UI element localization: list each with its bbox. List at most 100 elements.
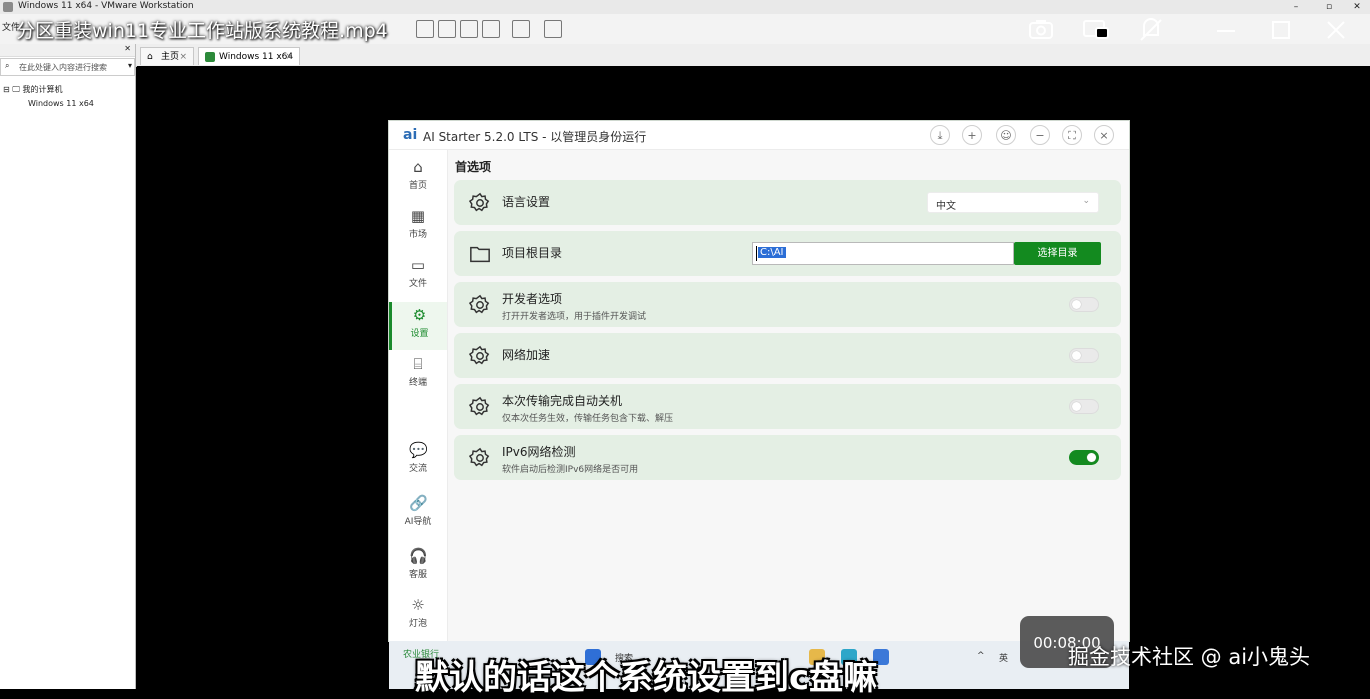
single-window-icon[interactable] xyxy=(416,20,434,38)
terminal-icon: ⌸ xyxy=(413,355,423,373)
vmware-titlebar: Windows 11 x64 - VMware Workstation – ▫ … xyxy=(0,0,1370,14)
text-caret xyxy=(756,246,757,261)
tree-vm-label: Windows 11 x64 xyxy=(28,99,94,108)
gear-icon xyxy=(469,447,490,467)
developer-toggle[interactable] xyxy=(1069,297,1099,312)
mute-icon[interactable] xyxy=(1137,18,1165,42)
nav-settings[interactable]: ⚙ 设置 xyxy=(389,302,447,350)
project-root-input[interactable]: C:\AI xyxy=(752,242,1014,265)
setting-developer: 开发者选项 打开开发者选项，用于插件开发调试 xyxy=(454,282,1121,327)
vm-icon xyxy=(205,52,215,62)
project-root-label: 项目根目录 xyxy=(502,246,563,260)
setting-auto-shutdown: 本次传输完成自动关机 仅本次任务生效，传输任务包含下载、解压 xyxy=(454,384,1121,429)
library-search-input[interactable]: ⌕ 在此处键入内容进行搜索 ▾ xyxy=(0,58,135,76)
nav-ai-guide-label: AI导航 xyxy=(404,517,432,527)
app-sidebar: ⌂ 首页 ▦ 市场 ▭ 文件 ⚙ 设置 ⌸ 终端 💬 交流 🔗 AI导航 🎧 客… xyxy=(389,150,448,641)
nav-support[interactable]: 🎧 客服 xyxy=(389,543,447,591)
choose-directory-button[interactable]: 选择目录 xyxy=(1014,242,1101,265)
developer-label: 开发者选项 xyxy=(502,292,563,306)
toggle-knob xyxy=(1072,351,1081,360)
tab-close-icon[interactable]: × xyxy=(285,48,293,66)
download-icon[interactable]: ⤓ xyxy=(930,125,950,145)
home-icon: ⌂ xyxy=(147,52,153,62)
setting-ipv6: IPv6网络检测 软件启动后检测IPv6网络是否可用 xyxy=(454,435,1121,480)
nav-home-label: 首页 xyxy=(408,181,427,191)
library-close-icon[interactable]: ✕ xyxy=(124,44,131,53)
tree-root-label: 我的计算机 xyxy=(22,85,63,94)
computer-icon: ⊟ 🖵 xyxy=(3,85,20,94)
ime-indicator[interactable]: 英 xyxy=(999,651,1008,664)
bulb-icon: ☼ xyxy=(411,596,425,614)
nav-bulb[interactable]: ☼ 灯泡 xyxy=(389,592,447,640)
network-accel-toggle[interactable] xyxy=(1069,348,1099,363)
app-title: AI Starter 5.2.0 LTS - 以管理员身份运行 xyxy=(423,130,647,144)
app-logo: ai xyxy=(403,127,418,143)
nav-terminal[interactable]: ⌸ 终端 xyxy=(389,351,447,399)
developer-desc: 打开开发者选项，用于插件开发调试 xyxy=(502,312,647,322)
gear-icon xyxy=(469,396,490,416)
user-icon[interactable]: ☺ xyxy=(996,125,1016,145)
folder-icon xyxy=(470,246,490,263)
settings-icon: ⚙ xyxy=(412,306,427,324)
tab-home[interactable]: ⌂ 主页 × xyxy=(140,47,194,65)
close-icon[interactable]: × xyxy=(1094,125,1114,145)
nav-bulb-label: 灯泡 xyxy=(408,619,427,629)
vmware-close-button[interactable]: ✕ xyxy=(1346,0,1368,14)
library-header: ✕ xyxy=(0,44,135,57)
minimize-icon[interactable] xyxy=(1212,18,1240,42)
settings-content: 首选项 语言设置 中文 ⌄ 项目根目录 C:\AI 选择目录 开发者选项 打开开… xyxy=(447,150,1129,641)
headset-icon: 🎧 xyxy=(409,547,428,565)
nav-settings-label: 设置 xyxy=(410,329,429,339)
ipv6-toggle[interactable] xyxy=(1069,450,1099,465)
vmware-window-title: Windows 11 x64 - VMware Workstation xyxy=(18,1,194,11)
fit-guest-icon[interactable] xyxy=(460,20,478,38)
chevron-up-icon[interactable]: ^ xyxy=(977,651,985,661)
nav-market[interactable]: ▦ 市场 xyxy=(389,203,447,251)
home-icon: ⌂ xyxy=(413,158,423,176)
toggle-knob xyxy=(1072,402,1081,411)
setting-project-root: 项目根目录 C:\AI 选择目录 xyxy=(454,231,1121,276)
link-icon: 🔗 xyxy=(409,494,428,512)
tab-vm-label: Windows 11 x64 xyxy=(219,52,294,62)
nav-ai-guide[interactable]: 🔗 AI导航 xyxy=(389,490,447,538)
camera-icon[interactable] xyxy=(1027,18,1055,42)
vmware-maximize-button[interactable]: ▫ xyxy=(1318,0,1340,14)
nav-files[interactable]: ▭ 文件 xyxy=(389,252,447,300)
nav-home[interactable]: ⌂ 首页 xyxy=(389,154,447,202)
language-select[interactable]: 中文 ⌄ xyxy=(927,192,1099,213)
stretch-icon[interactable] xyxy=(482,20,500,38)
gear-icon xyxy=(469,294,490,314)
minimize-icon[interactable]: − xyxy=(1030,125,1050,145)
screen-share-icon[interactable] xyxy=(1082,18,1110,42)
nav-chat[interactable]: 💬 交流 xyxy=(389,437,447,485)
close-icon[interactable] xyxy=(1322,18,1350,42)
console-icon[interactable] xyxy=(512,20,530,38)
tab-vm[interactable]: Windows 11 x64 × xyxy=(198,47,300,65)
nav-files-label: 文件 xyxy=(408,279,427,289)
split-view-icon[interactable] xyxy=(438,20,456,38)
chevron-down-icon: ⌄ xyxy=(1082,196,1090,206)
file-icon: ▭ xyxy=(410,256,426,274)
fullscreen-icon[interactable]: ⛶ xyxy=(1062,125,1082,145)
vmware-minimize-button[interactable]: – xyxy=(1285,0,1307,14)
vmware-app-icon xyxy=(3,2,13,12)
dropdown-icon[interactable]: ▾ xyxy=(128,61,132,70)
tab-home-label: 主页 xyxy=(161,52,180,62)
toggle-knob xyxy=(1087,453,1096,462)
video-title: 分区重装win11专业工作站版系统教程.mp4 xyxy=(16,20,388,42)
auto-shutdown-desc: 仅本次任务生效，传输任务包含下载、解压 xyxy=(502,414,674,424)
setting-language: 语言设置 中文 ⌄ xyxy=(454,180,1121,225)
nav-market-label: 市场 xyxy=(408,230,427,240)
maximize-icon[interactable] xyxy=(1267,18,1295,42)
fullscreen-icon[interactable] xyxy=(544,20,562,38)
tree-item-my-computer[interactable]: ⊟ 🖵 我的计算机 xyxy=(3,84,63,95)
market-icon: ▦ xyxy=(410,207,426,225)
tab-close-icon[interactable]: × xyxy=(179,48,187,66)
gear-icon xyxy=(469,192,490,212)
tree-item-vm[interactable]: Windows 11 x64 xyxy=(28,99,94,108)
plus-icon[interactable]: + xyxy=(962,125,982,145)
auto-shutdown-toggle[interactable] xyxy=(1069,399,1099,414)
vm-tabbar: ⌂ 主页 × Windows 11 x64 × xyxy=(136,44,1370,67)
nav-chat-label: 交流 xyxy=(408,464,427,474)
toggle-knob xyxy=(1072,300,1081,309)
